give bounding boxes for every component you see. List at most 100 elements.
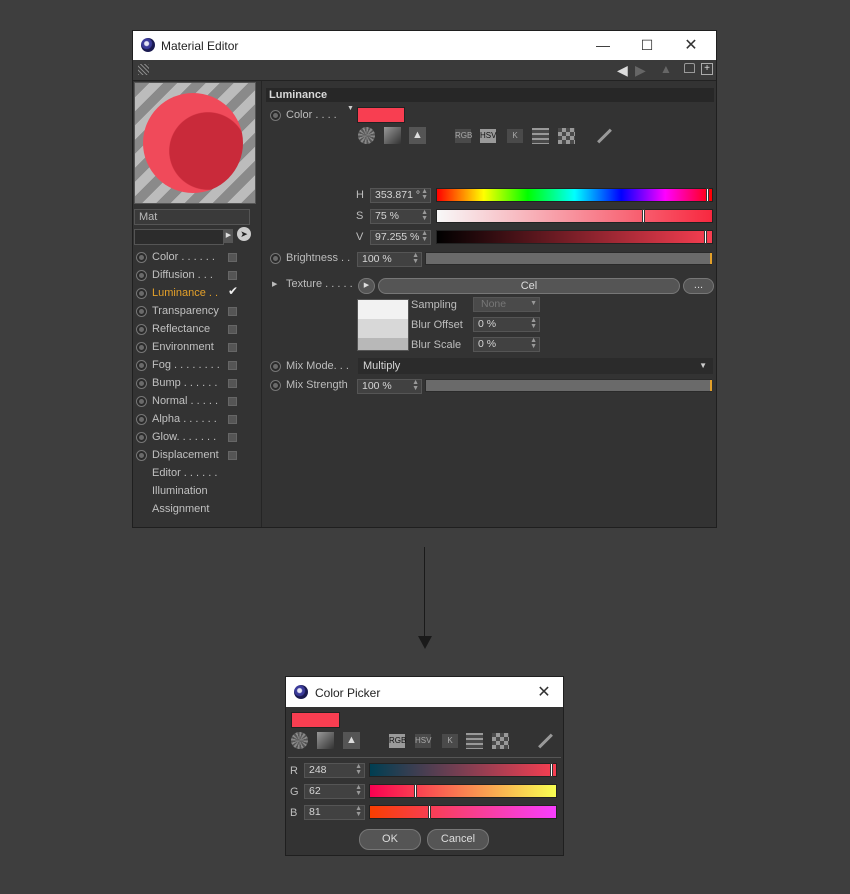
mix-mode-radio[interactable] [270, 361, 281, 372]
texture-expand-icon[interactable]: ▶ [272, 280, 277, 288]
channel-checkbox[interactable] [228, 307, 237, 316]
channel-checkbox[interactable] [228, 451, 237, 460]
hsv-mode-button[interactable]: HSV [479, 128, 497, 144]
channel-checkbox[interactable] [228, 325, 237, 334]
rgb-mode-button[interactable]: RGB [388, 733, 406, 749]
picker-color-swatch[interactable] [291, 712, 340, 728]
channel-radio[interactable] [136, 396, 147, 407]
swatches-icon[interactable] [492, 733, 509, 749]
green-slider[interactable] [369, 784, 557, 798]
nav-back-icon[interactable]: ◀ [617, 62, 628, 79]
close-button[interactable]: ✕ [669, 31, 713, 59]
channel-checkbox[interactable] [228, 253, 237, 262]
channel-item-label[interactable]: Normal . . . . . [152, 395, 218, 407]
ok-button[interactable]: OK [359, 829, 421, 850]
value-slider-handle[interactable] [704, 230, 707, 244]
mix-strength-radio[interactable] [270, 380, 281, 391]
channel-item-label[interactable]: Glow. . . . . . . [152, 431, 216, 443]
texture-menu-icon[interactable]: ▶ [358, 278, 375, 294]
hsv-mode-button[interactable]: HSV [414, 733, 432, 749]
v-input[interactable]: 97.255 % ▲ ▼ [370, 230, 431, 245]
channel-checkbox[interactable] [228, 415, 237, 424]
pin-icon[interactable]: ▲ [660, 62, 672, 76]
texture-shader-button[interactable]: Cel [378, 278, 680, 294]
color-radio[interactable] [270, 110, 281, 121]
hue-slider[interactable] [436, 188, 713, 202]
eyedropper-icon[interactable] [597, 128, 612, 144]
channel-item-label[interactable]: Diffusion . . . [152, 269, 213, 281]
channel-checkbox[interactable] [228, 343, 237, 352]
image-picker-icon[interactable]: ▲ [343, 732, 360, 749]
color-dropdown-icon[interactable]: ▼ [347, 105, 354, 112]
channel-checkbox-checked[interactable]: ✔ [228, 285, 238, 297]
color-wheel-icon[interactable] [291, 732, 308, 749]
rgb-mode-button[interactable]: RGB [454, 128, 472, 144]
mixer-icon[interactable] [466, 733, 483, 749]
saturation-slider-handle[interactable] [642, 209, 645, 223]
layer-field[interactable] [134, 229, 224, 245]
value-slider[interactable] [436, 230, 713, 244]
mix-mode-select[interactable]: Multiply ▼ [358, 358, 713, 374]
brightness-radio[interactable] [270, 253, 281, 264]
maximize-button[interactable]: ☐ [625, 31, 669, 59]
channel-radio[interactable] [136, 378, 147, 389]
eyedropper-icon[interactable] [538, 733, 553, 749]
b-input[interactable]: 81 ▲ ▼ [304, 805, 365, 820]
channel-item-label[interactable]: Transparency [152, 305, 219, 317]
blur-scale-input[interactable]: 0 % ▲ ▼ [473, 337, 540, 352]
mix-strength-input[interactable]: 100 % ▲ ▼ [357, 379, 422, 394]
nav-forward-icon[interactable]: ▶ [635, 62, 646, 79]
editor-section-item[interactable]: Editor . . . . . . [152, 467, 217, 479]
channel-radio[interactable] [136, 414, 147, 425]
mixer-icon[interactable] [532, 128, 549, 144]
channel-radio[interactable] [136, 288, 147, 299]
red-slider-handle[interactable] [550, 763, 553, 777]
mix-strength-slider[interactable] [425, 379, 712, 392]
channel-item-label[interactable]: Displacement [152, 449, 219, 461]
new-window-icon[interactable]: + [701, 63, 713, 75]
blue-slider[interactable] [369, 805, 557, 819]
channel-radio[interactable] [136, 342, 147, 353]
channel-checkbox[interactable] [228, 397, 237, 406]
hue-slider-handle[interactable] [706, 188, 709, 202]
editor-section-item[interactable]: Assignment [152, 503, 209, 515]
blue-slider-handle[interactable] [428, 805, 431, 819]
kelvin-mode-button[interactable]: K [506, 128, 524, 144]
channel-checkbox[interactable] [228, 379, 237, 388]
channel-item-label[interactable]: Alpha . . . . . . [152, 413, 217, 425]
cancel-button[interactable]: Cancel [427, 829, 489, 850]
blur-offset-input[interactable]: 0 % ▲ ▼ [473, 317, 540, 332]
minimize-button[interactable]: — [581, 31, 625, 59]
kelvin-mode-button[interactable]: K [441, 733, 459, 749]
material-name-field[interactable]: Mat [134, 209, 250, 225]
cursor-pick-icon[interactable]: ➤ [237, 227, 251, 241]
channel-radio[interactable] [136, 360, 147, 371]
channel-radio[interactable] [136, 306, 147, 317]
spectrum-icon[interactable] [317, 732, 334, 749]
spectrum-icon[interactable] [384, 127, 401, 144]
swatches-icon[interactable] [558, 128, 575, 144]
red-slider[interactable] [369, 763, 557, 777]
channel-item-label[interactable]: Bump . . . . . . [152, 377, 217, 389]
g-input[interactable]: 62 ▲ ▼ [304, 784, 365, 799]
saturation-slider[interactable] [436, 209, 713, 223]
texture-more-button[interactable]: ... [683, 278, 714, 294]
h-input[interactable]: 353.871 ° ▲ ▼ [370, 188, 431, 203]
channel-item-label[interactable]: Color . . . . . . [152, 251, 215, 263]
lock-icon[interactable] [684, 63, 695, 73]
green-slider-handle[interactable] [414, 784, 417, 798]
channel-radio[interactable] [136, 432, 147, 443]
color-picker-close-button[interactable]: ✕ [525, 677, 563, 707]
channel-item-label[interactable]: Luminance . . [152, 287, 218, 299]
r-input[interactable]: 248 ▲ ▼ [304, 763, 365, 778]
image-picker-icon[interactable]: ▲ [409, 127, 426, 144]
channel-radio[interactable] [136, 270, 147, 281]
channel-radio[interactable] [136, 450, 147, 461]
channel-radio[interactable] [136, 324, 147, 335]
s-input[interactable]: 75 % ▲ ▼ [370, 209, 431, 224]
channel-radio[interactable] [136, 252, 147, 263]
brightness-slider[interactable] [425, 252, 712, 265]
channel-checkbox[interactable] [228, 361, 237, 370]
editor-section-item[interactable]: Illumination [152, 485, 208, 497]
channel-item-label[interactable]: Reflectance [152, 323, 210, 335]
